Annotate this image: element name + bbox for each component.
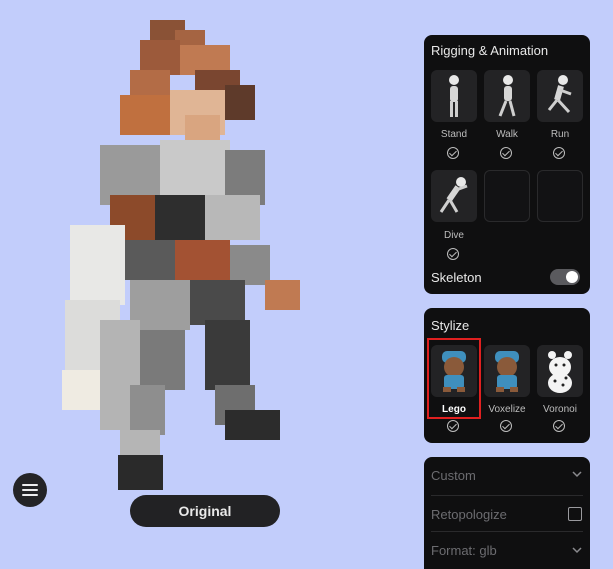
animation-empty-slot bbox=[537, 170, 583, 222]
model-viewport[interactable] bbox=[0, 0, 420, 495]
check-icon[interactable] bbox=[447, 147, 459, 159]
animation-empty-slot bbox=[484, 170, 530, 222]
divider bbox=[431, 495, 583, 496]
stylize-panel-title: Stylize bbox=[431, 318, 470, 333]
custom-label: Custom bbox=[431, 468, 476, 483]
animation-tile-dive[interactable] bbox=[431, 170, 477, 222]
animation-label-stand: Stand bbox=[440, 129, 468, 140]
standing-figure-icon bbox=[449, 75, 459, 117]
diving-figure-icon bbox=[439, 177, 468, 213]
check-icon[interactable] bbox=[553, 420, 565, 432]
animation-tile-stand[interactable] bbox=[431, 70, 477, 122]
settings-panel: Custom Retopologize Format: glb bbox=[424, 457, 590, 569]
divider bbox=[431, 531, 583, 532]
original-button[interactable]: Original bbox=[130, 495, 280, 527]
voronoi-bear-icon bbox=[548, 351, 572, 393]
stylize-panel: Stylize Lego Voxelize Voronoi bbox=[424, 308, 590, 443]
stylize-option-voronoi[interactable] bbox=[537, 345, 583, 397]
stylize-option-lego[interactable] bbox=[431, 345, 477, 397]
stylize-label-voronoi: Voronoi bbox=[543, 404, 577, 415]
format-dropdown[interactable]: Format: glb bbox=[424, 535, 590, 565]
animation-label-dive: Dive bbox=[443, 230, 464, 241]
menu-button[interactable] bbox=[13, 473, 47, 507]
chevron-down-icon bbox=[572, 471, 582, 478]
check-icon[interactable] bbox=[447, 248, 459, 260]
voxel-bear-icon bbox=[495, 351, 519, 392]
walking-figure-icon bbox=[498, 75, 516, 117]
stylize-label-voxelize: Voxelize bbox=[488, 404, 526, 415]
animation-label-run: Run bbox=[550, 129, 570, 140]
animation-tile-walk[interactable] bbox=[484, 70, 530, 122]
check-icon[interactable] bbox=[553, 147, 565, 159]
toggle-knob bbox=[566, 271, 578, 283]
rigging-panel: Rigging & Animation Stand Walk Run Dive … bbox=[424, 35, 590, 294]
animation-tile-run[interactable] bbox=[537, 70, 583, 122]
retopologize-label: Retopologize bbox=[431, 507, 507, 522]
animation-label-walk: Walk bbox=[496, 129, 518, 140]
format-label: Format: glb bbox=[431, 543, 497, 558]
stylize-option-voxelize[interactable] bbox=[484, 345, 530, 397]
skeleton-toggle[interactable] bbox=[550, 269, 580, 285]
retopologize-checkbox[interactable] bbox=[568, 507, 582, 521]
running-figure-icon bbox=[547, 75, 572, 114]
skeleton-label: Skeleton bbox=[431, 270, 482, 285]
chevron-down-icon bbox=[572, 547, 582, 554]
hamburger-icon bbox=[22, 484, 38, 486]
lego-character-model bbox=[62, 20, 300, 495]
custom-dropdown[interactable]: Custom bbox=[424, 457, 590, 491]
check-icon[interactable] bbox=[500, 420, 512, 432]
check-icon[interactable] bbox=[500, 147, 512, 159]
check-icon[interactable] bbox=[447, 420, 459, 432]
retopologize-row[interactable]: Retopologize bbox=[424, 499, 590, 529]
rigging-panel-title: Rigging & Animation bbox=[431, 43, 549, 58]
stylize-label-lego: Lego bbox=[442, 404, 466, 415]
lego-bear-icon bbox=[442, 351, 466, 392]
